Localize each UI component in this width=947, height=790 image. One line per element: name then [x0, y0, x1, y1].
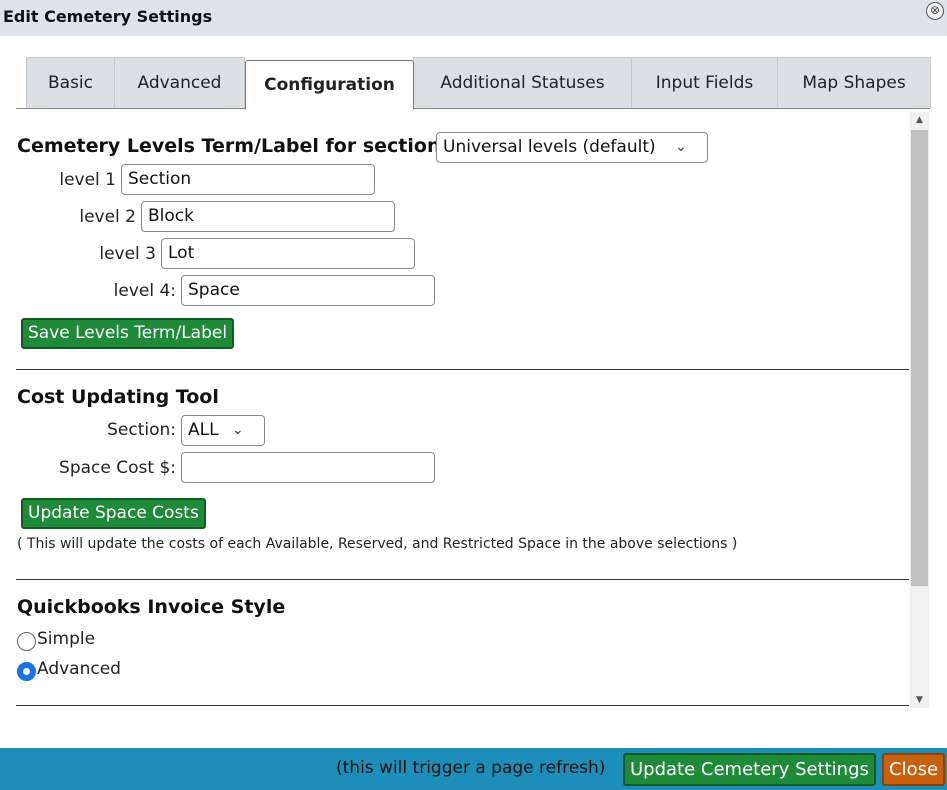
level-3-label: level 3	[99, 244, 156, 264]
level-2-input[interactable]: Block	[141, 201, 395, 232]
tab-bar: Basic Advanced Configuration Additional …	[26, 57, 931, 110]
tab-configuration[interactable]: Configuration	[245, 60, 414, 110]
close-button[interactable]: Close	[882, 753, 946, 786]
content-scrollbar[interactable]: ▲ ▼	[910, 112, 929, 708]
scroll-down-arrow-icon[interactable]: ▼	[910, 692, 929, 708]
configuration-panel: Cemetery Levels Term/Label for section U…	[0, 112, 947, 708]
cost-section-select[interactable]: ALL ⌄	[181, 415, 265, 446]
space-cost-label: Space Cost $:	[59, 458, 176, 478]
cost-tool-title: Cost Updating Tool	[17, 386, 219, 408]
section-divider	[16, 705, 909, 706]
tab-additional-statuses[interactable]: Additional Statuses	[413, 57, 632, 108]
levels-section-title: Cemetery Levels Term/Label for section	[17, 135, 441, 157]
quickbooks-title: Quickbooks Invoice Style	[17, 596, 286, 618]
update-cemetery-settings-button[interactable]: Update Cemetery Settings	[623, 753, 876, 786]
tab-map-shapes[interactable]: Map Shapes	[777, 57, 931, 108]
level-1-input[interactable]: Section	[121, 164, 375, 195]
levels-section-select-value: Universal levels (default)	[443, 137, 656, 157]
radio-simple-label: Simple	[37, 629, 96, 649]
chevron-down-icon: ⌄	[232, 422, 244, 438]
dialog-footer: (this will trigger a page refresh) Updat…	[0, 748, 947, 790]
scroll-up-arrow-icon[interactable]: ▲	[910, 112, 929, 128]
close-circle-icon[interactable]: ⊗	[926, 2, 944, 20]
space-cost-input[interactable]	[181, 452, 435, 483]
levels-section-select[interactable]: Universal levels (default) ⌄	[436, 132, 708, 163]
section-divider	[16, 579, 909, 580]
level-3-input[interactable]: Lot	[161, 238, 415, 269]
chevron-down-icon: ⌄	[675, 139, 687, 155]
radio-simple[interactable]	[17, 632, 36, 651]
tab-input-fields[interactable]: Input Fields	[631, 57, 778, 108]
radio-advanced[interactable]	[17, 662, 36, 681]
cost-section-select-value: ALL	[188, 420, 219, 440]
tab-advanced[interactable]: Advanced	[114, 57, 245, 108]
cost-section-label: Section:	[107, 420, 176, 440]
tab-basic[interactable]: Basic	[26, 57, 115, 108]
tab-underline	[16, 108, 930, 109]
dialog-title: Edit Cemetery Settings	[3, 7, 213, 26]
level-2-label: level 2	[79, 207, 136, 227]
dialog-titlebar: Edit Cemetery Settings ⊗	[0, 0, 947, 36]
level-4-label: level 4:	[113, 281, 176, 301]
section-divider	[16, 369, 909, 370]
save-levels-button[interactable]: Save Levels Term/Label	[21, 318, 235, 349]
cost-tool-note: ( This will update the costs of each Ava…	[17, 536, 738, 552]
level-4-input[interactable]: Space	[181, 275, 435, 306]
level-1-label: level 1	[59, 170, 116, 190]
scrollbar-thumb[interactable]	[911, 130, 928, 586]
update-space-costs-button[interactable]: Update Space Costs	[21, 498, 206, 529]
footer-note: (this will trigger a page refresh)	[336, 758, 606, 778]
radio-advanced-label: Advanced	[37, 659, 121, 679]
